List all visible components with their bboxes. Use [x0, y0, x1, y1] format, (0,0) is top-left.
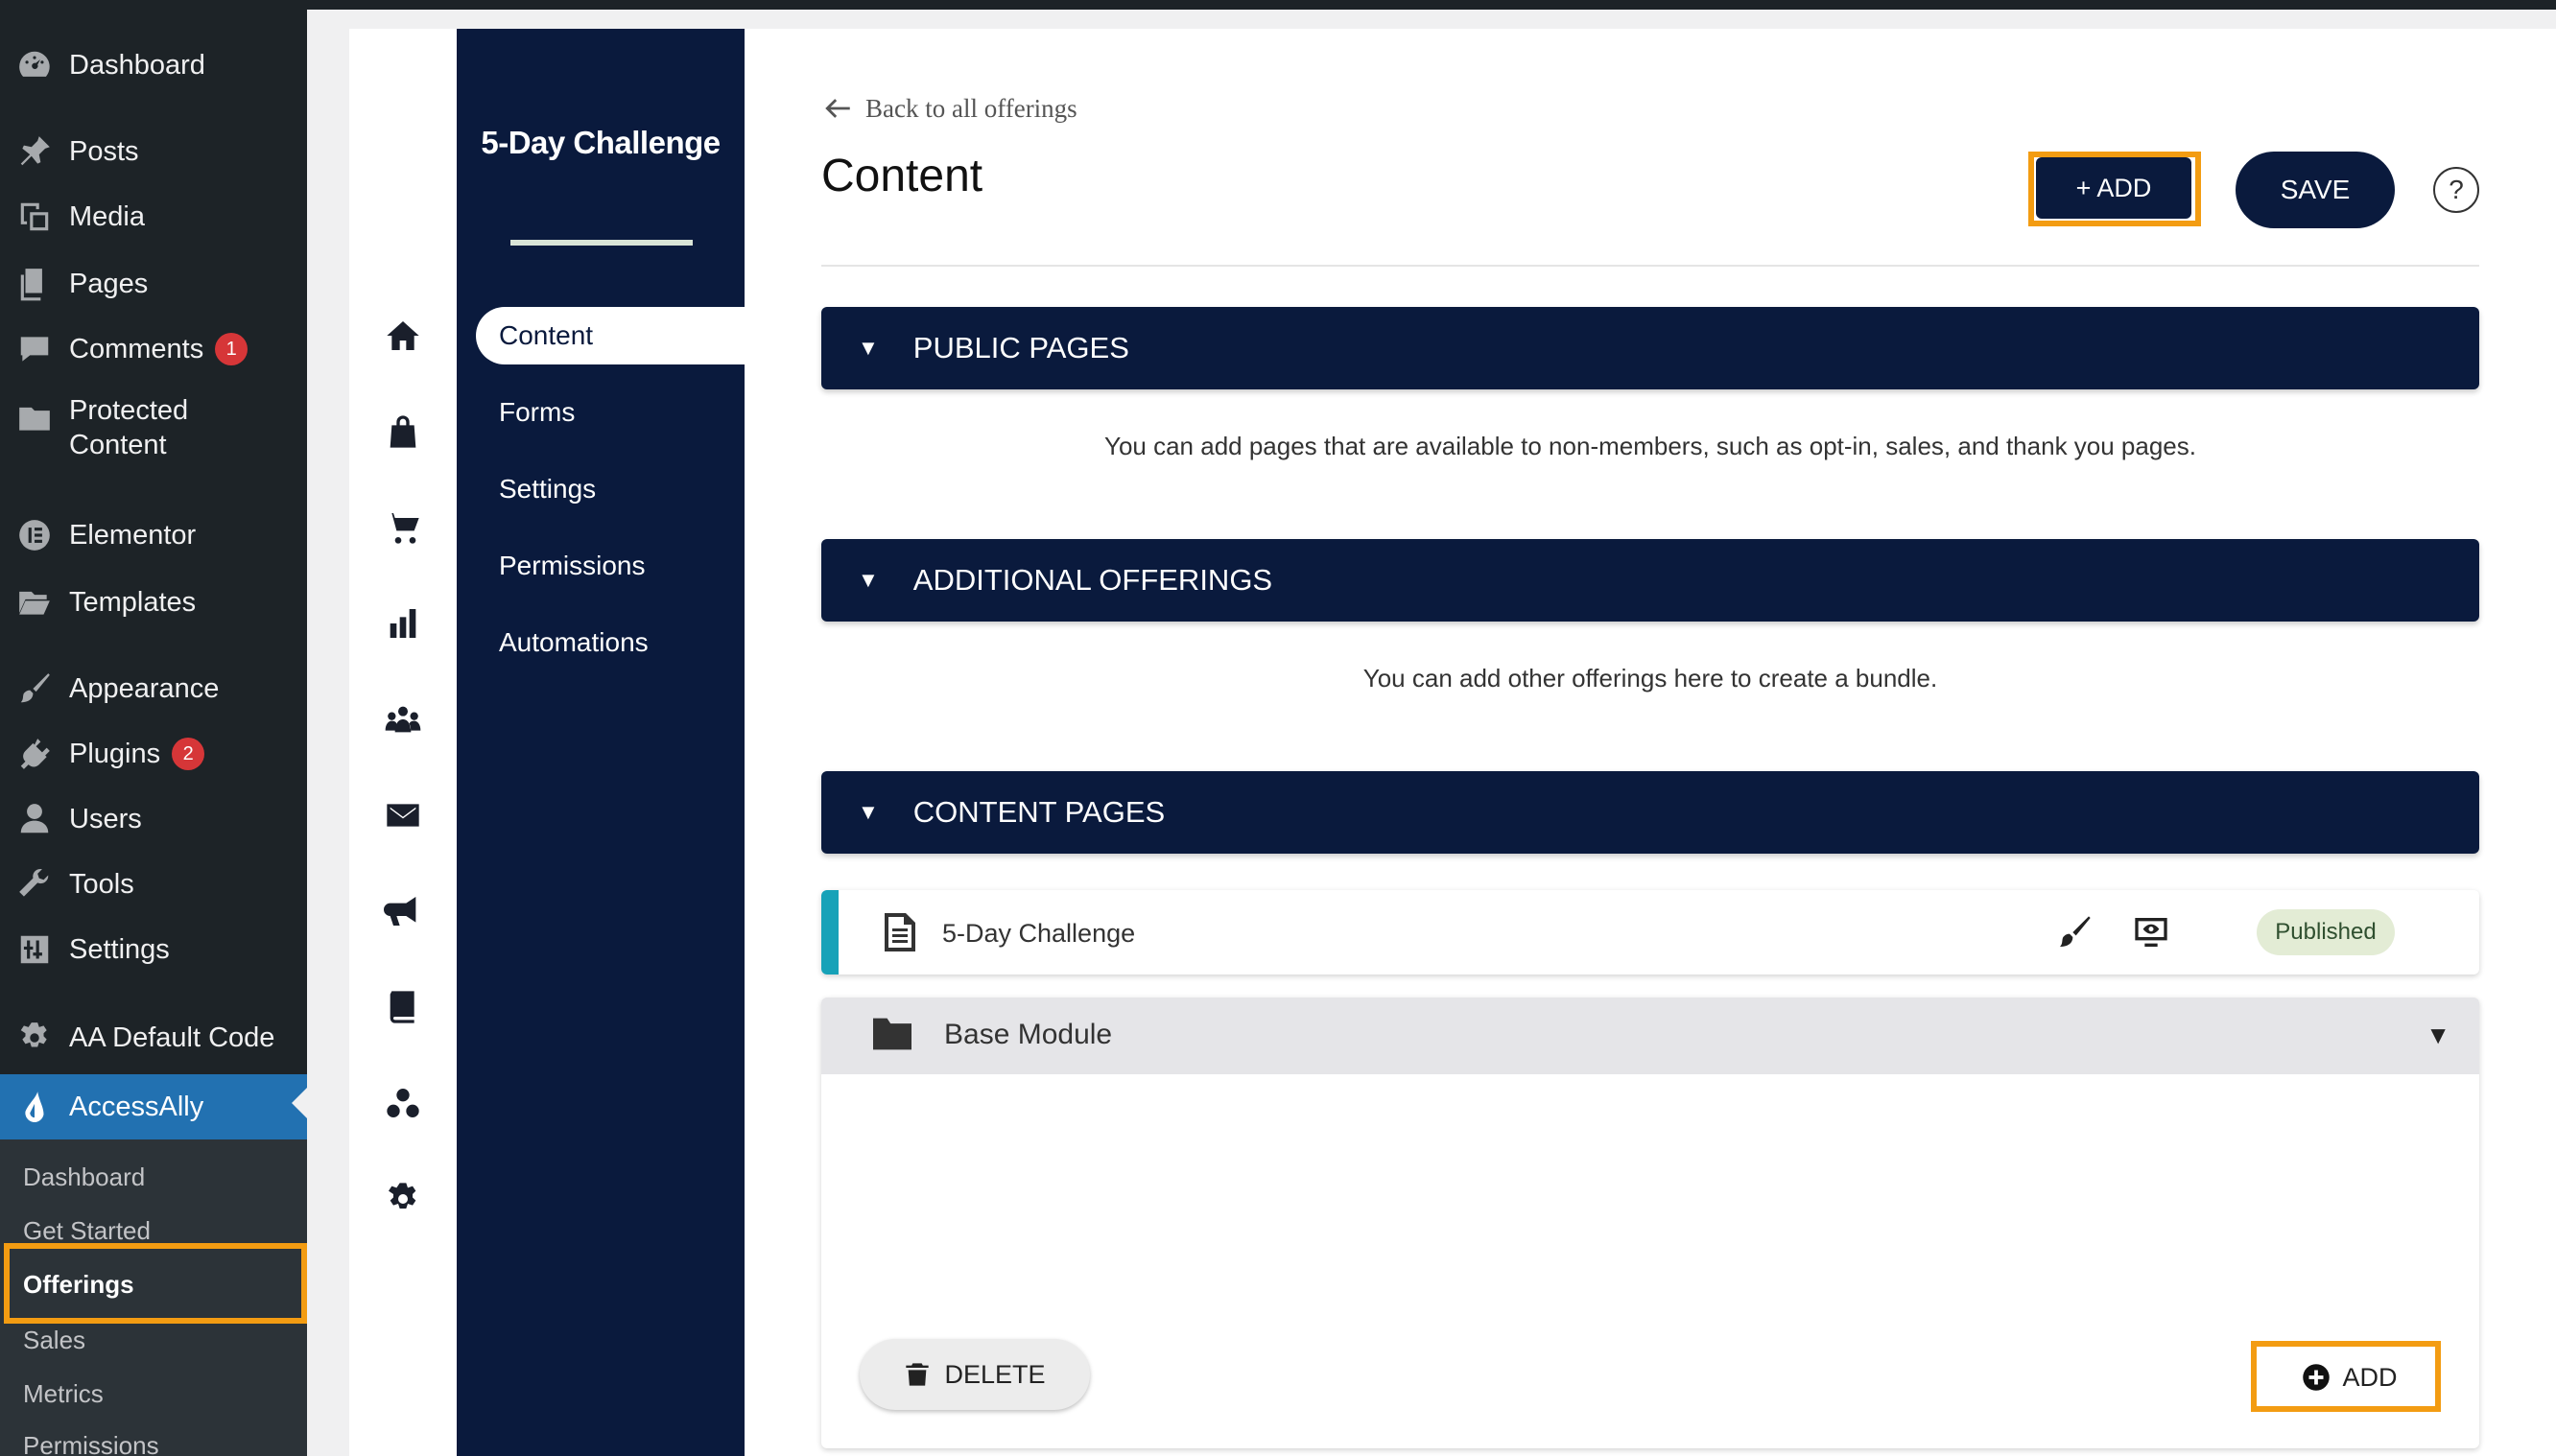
help-icon[interactable]: ? [2433, 167, 2479, 213]
menu-settings[interactable]: Settings [0, 921, 307, 978]
offering-title: 5-Day Challenge [481, 125, 721, 160]
folder-open-icon [13, 581, 56, 623]
pin-icon [13, 130, 56, 173]
settings-sliders-icon [13, 928, 56, 971]
public-pages-description: You can add pages that are available to … [1104, 432, 2196, 460]
menu-templates[interactable]: Templates [0, 574, 307, 631]
caret-down-icon: ▼ [858, 800, 879, 824]
document-icon [881, 911, 919, 953]
envelope-icon[interactable] [384, 796, 422, 834]
active-menu-arrow [292, 1088, 307, 1118]
submenu-dashboard[interactable]: Dashboard [23, 1162, 145, 1192]
module-header[interactable]: Base Module ▼ [821, 998, 2479, 1074]
submenu-metrics[interactable]: Metrics [23, 1379, 104, 1409]
caret-down-icon: ▼ [858, 336, 879, 360]
gear-icon [13, 1017, 56, 1059]
folder-icon [871, 1015, 913, 1053]
menu-tools[interactable]: Tools [0, 856, 307, 913]
add-module-highlight-box [2251, 1341, 2441, 1412]
menu-pages[interactable]: Pages [0, 255, 307, 313]
plugins-count-badge: 2 [172, 738, 205, 770]
nav-item-settings[interactable]: Settings [499, 474, 596, 505]
caret-down-icon: ▼ [858, 568, 879, 592]
edit-brush-icon[interactable] [2055, 913, 2094, 951]
media-icon [13, 196, 56, 238]
accessally-icon [13, 1086, 56, 1128]
book-icon[interactable] [384, 988, 422, 1026]
comments-count-badge: 1 [215, 333, 248, 365]
megaphone-icon[interactable] [384, 892, 422, 930]
section-content-pages[interactable]: ▼ CONTENT PAGES [821, 771, 2479, 854]
menu-elementor[interactable]: Elementor [0, 506, 307, 564]
status-badge: Published [2257, 909, 2395, 955]
add-button-highlight-box [2028, 152, 2201, 226]
arrow-left-icon [825, 99, 850, 118]
module-card: Base Module ▼ DELETE ADD [821, 998, 2479, 1448]
plugin-icon-rail [349, 288, 457, 1247]
nav-item-automations[interactable]: Automations [499, 627, 649, 658]
preview-eye-icon[interactable] [2132, 913, 2170, 951]
menu-aa-default-code[interactable]: AA Default Code [0, 1009, 307, 1067]
module-toggle-caret-icon[interactable]: ▼ [2426, 1021, 2450, 1050]
menu-media[interactable]: Media [0, 188, 307, 246]
additional-offerings-description: You can add other offerings here to crea… [1362, 664, 1938, 693]
wrench-icon [13, 863, 56, 905]
module-name: Base Module [944, 1019, 1113, 1050]
comment-icon [13, 328, 56, 370]
users-group-icon[interactable] [384, 700, 422, 739]
circles-icon[interactable] [384, 1084, 422, 1122]
header-divider [821, 265, 2479, 267]
menu-posts[interactable]: Posts [0, 123, 307, 180]
submenu-get-started[interactable]: Get Started [23, 1216, 151, 1246]
menu-appearance[interactable]: Appearance [0, 660, 307, 717]
bar-chart-icon[interactable] [384, 604, 422, 643]
menu-accessally[interactable]: AccessAlly [0, 1074, 307, 1139]
wp-admin-sidebar: Dashboard Posts Media Pages Comments 1 P… [0, 0, 307, 1456]
content-page-row[interactable]: 5-Day Challenge Published [821, 890, 2479, 975]
dashboard-icon [13, 44, 56, 86]
row-accent-bar [821, 890, 839, 975]
brush-icon [13, 668, 56, 710]
menu-plugins[interactable]: Plugins 2 [0, 725, 307, 783]
menu-protected-content[interactable]: Protected Content [0, 393, 307, 476]
section-public-pages[interactable]: ▼ PUBLIC PAGES [821, 307, 2479, 389]
section-additional-offerings[interactable]: ▼ ADDITIONAL OFFERINGS [821, 539, 2479, 622]
user-icon [13, 798, 56, 840]
folder-icon [13, 397, 56, 439]
back-to-offerings-link[interactable]: Back to all offerings [821, 92, 1077, 125]
elementor-icon [13, 514, 56, 556]
menu-users[interactable]: Users [0, 790, 307, 848]
submenu-sales[interactable]: Sales [23, 1326, 85, 1355]
plug-icon [13, 733, 56, 775]
menu-dashboard[interactable]: Dashboard [0, 36, 307, 94]
shopping-bag-icon[interactable] [384, 412, 422, 451]
pages-icon [13, 263, 56, 305]
home-icon[interactable] [384, 317, 422, 355]
offerings-highlight-box [4, 1243, 307, 1324]
submenu-permissions[interactable]: Permissions [23, 1431, 159, 1456]
content-page-name[interactable]: 5-Day Challenge [942, 919, 1135, 949]
page-title: Content [821, 151, 983, 201]
cart-icon[interactable] [384, 508, 422, 547]
nav-item-content[interactable]: Content [476, 307, 745, 364]
gear-icon[interactable] [384, 1180, 422, 1218]
delete-module-button[interactable]: DELETE [860, 1339, 1090, 1410]
save-button[interactable]: SAVE [2236, 152, 2395, 228]
menu-comments[interactable]: Comments 1 [0, 320, 307, 378]
admin-top-strip [307, 0, 2556, 10]
offering-title-divider [510, 240, 693, 246]
nav-item-forms[interactable]: Forms [499, 397, 575, 428]
offering-nav: 5-Day Challenge Content Forms Settings P… [457, 29, 745, 1456]
trash-icon [906, 1363, 930, 1386]
nav-item-permissions[interactable]: Permissions [499, 551, 645, 581]
